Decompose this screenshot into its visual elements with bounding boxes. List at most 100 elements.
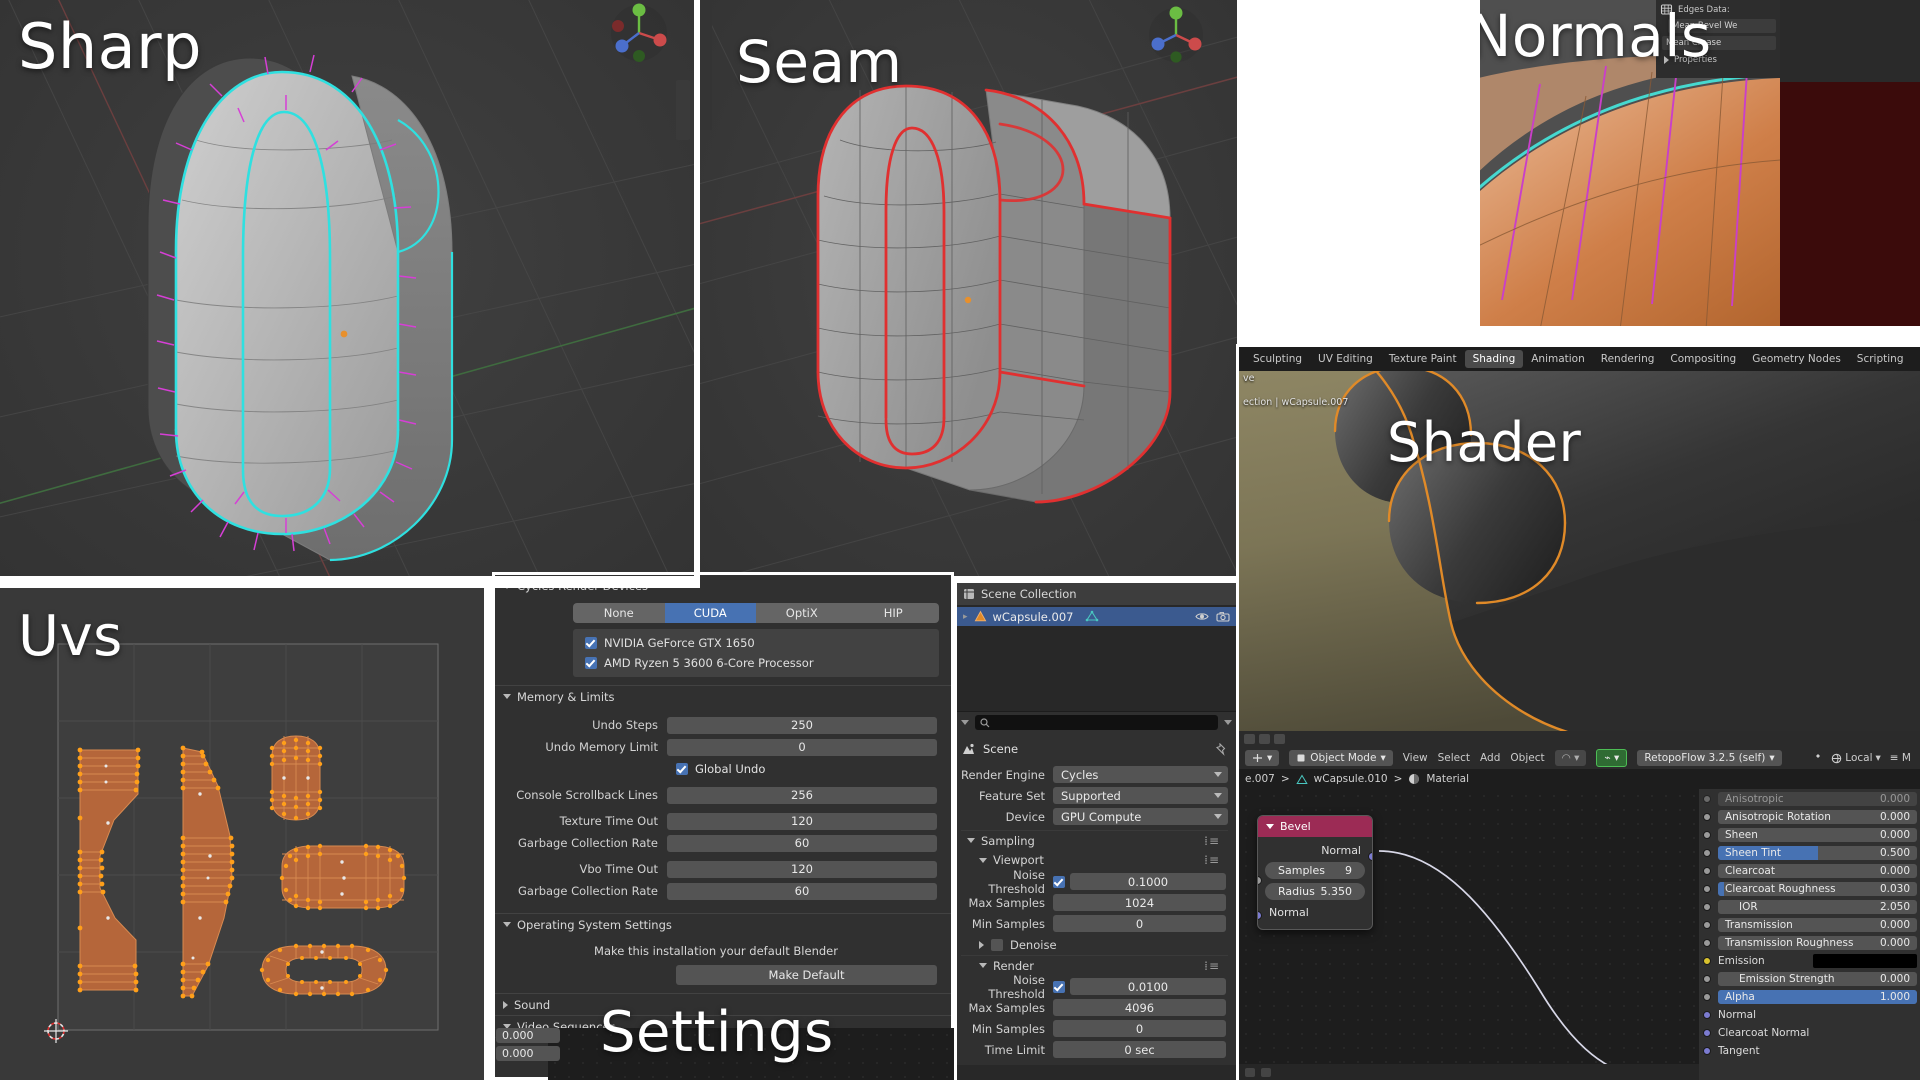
device-row-gpu[interactable]: NVIDIA GeForce GTX 1650 bbox=[573, 633, 939, 653]
clearcoat-field[interactable]: Clearcoat 0.000 bbox=[1718, 863, 1917, 878]
panel-seam-viewport[interactable]: Seam bbox=[700, 0, 1237, 576]
editor-type-select[interactable]: ▾ bbox=[1245, 750, 1280, 766]
sheen-field[interactable]: Sheen 0.000 bbox=[1718, 827, 1917, 842]
pref-row-undo-memory-limit[interactable]: Undo Memory Limit 0 bbox=[495, 737, 937, 757]
device-tab-hip[interactable]: HIP bbox=[847, 603, 939, 623]
breadcrumb-material[interactable]: Material bbox=[1426, 773, 1469, 785]
sp-row-tangent[interactable]: Tangent bbox=[1703, 1043, 1917, 1059]
socket-dot[interactable] bbox=[1703, 866, 1711, 875]
prop-row-r-noise-threshold[interactable]: Noise Threshold 0.0100 bbox=[961, 973, 1226, 1001]
transform-orientation-select[interactable]: ◠ ▾ bbox=[1554, 750, 1587, 766]
render-engine-select[interactable]: Cycles bbox=[1053, 766, 1228, 783]
vp-noise-threshold-input[interactable]: 0.1000 bbox=[1070, 873, 1226, 890]
device-type-tabs[interactable]: None CUDA OptiX HIP bbox=[573, 603, 939, 623]
clearcoat-roughness-field[interactable]: Clearcoat Roughness 0.030 bbox=[1718, 881, 1917, 896]
pref-row-vbo-time-out[interactable]: Vbo Time Out 120 bbox=[495, 859, 937, 879]
workspace-topbar[interactable]: Sculpting UV Editing Texture Paint Shadi… bbox=[1239, 347, 1920, 371]
transmission-roughness-field[interactable]: Transmission Roughness 0.000 bbox=[1718, 935, 1917, 950]
checkbox-icon[interactable] bbox=[585, 637, 597, 649]
tab-rendering[interactable]: Rendering bbox=[1593, 350, 1663, 368]
r-noise-threshold-input[interactable]: 0.0100 bbox=[1070, 978, 1226, 995]
search-input[interactable] bbox=[975, 715, 1218, 730]
panel-outliner-properties[interactable]: Scene Collection ▸ wCapsule.007 Scene Re… bbox=[954, 580, 1236, 1080]
tab-add-workspace[interactable]: + bbox=[1912, 350, 1920, 368]
ior-field[interactable]: IOR 2.050 bbox=[1718, 899, 1917, 914]
sp-row-clearcoat-normal[interactable]: Clearcoat Normal bbox=[1703, 1025, 1917, 1041]
sp-row-clearcoat-roughness[interactable]: Clearcoat Roughness 0.030 bbox=[1703, 881, 1917, 897]
node-output-normal[interactable]: Normal bbox=[1265, 842, 1365, 862]
texture-gc-rate-input[interactable]: 60 bbox=[667, 834, 937, 852]
prop-row-r-min-samples[interactable]: Min Samples 0 bbox=[961, 1019, 1226, 1038]
chevron-right-icon[interactable] bbox=[979, 941, 984, 949]
object-mode-select[interactable]: Object Mode ▾ bbox=[1289, 750, 1393, 766]
camera-icon[interactable] bbox=[1216, 611, 1230, 622]
footer-icon-2[interactable] bbox=[1261, 1067, 1271, 1077]
r-max-samples-input[interactable]: 4096 bbox=[1053, 999, 1226, 1016]
panel-sharp-viewport[interactable]: Sharp bbox=[0, 0, 694, 576]
snapping-toggle[interactable]: ⌁ ▾ bbox=[1596, 749, 1628, 767]
footer-icon-1[interactable] bbox=[1245, 1067, 1255, 1077]
node-field-radius[interactable]: Radius 5.350 bbox=[1265, 883, 1365, 900]
viewport-toolbar-strip[interactable] bbox=[676, 80, 690, 140]
anisotropic-field[interactable]: Anisotropic 0.000 bbox=[1718, 791, 1917, 806]
vbo-gc-rate-input[interactable]: 60 bbox=[667, 882, 937, 900]
menu-view[interactable]: View bbox=[1403, 752, 1428, 764]
menu-object[interactable]: Object bbox=[1510, 752, 1544, 764]
pref-row-texture-time-out[interactable]: Texture Time Out 120 bbox=[495, 811, 937, 831]
checkbox-icon[interactable] bbox=[585, 657, 597, 669]
node-editor-footer[interactable] bbox=[1239, 1064, 1699, 1080]
socket-dot[interactable] bbox=[1703, 830, 1711, 839]
prop-row-render-engine[interactable]: Render Engine Cycles bbox=[961, 765, 1228, 784]
undo-steps-input[interactable]: 250 bbox=[667, 716, 937, 734]
preset-menu-icon[interactable]: ⁞≡ bbox=[1204, 853, 1220, 867]
node-bevel[interactable]: Bevel Normal Samples 9 Radius 5.350 Norm… bbox=[1257, 815, 1373, 930]
outliner-tree[interactable]: ▸ wCapsule.007 bbox=[957, 605, 1236, 711]
prop-row-r-time-limit[interactable]: Time Limit 0 sec bbox=[961, 1040, 1226, 1059]
node-header-bevel[interactable]: Bevel bbox=[1258, 816, 1372, 837]
node-input-normal[interactable]: Normal bbox=[1265, 904, 1365, 921]
transmission-field[interactable]: Transmission 0.000 bbox=[1718, 917, 1917, 932]
r-time-limit-input[interactable]: 0 sec bbox=[1053, 1041, 1226, 1058]
stray-value-1[interactable]: 0.000 bbox=[496, 1046, 560, 1061]
tab-scripting[interactable]: Scripting bbox=[1849, 350, 1912, 368]
sp-row-transmission-roughness[interactable]: Transmission Roughness 0.000 bbox=[1703, 935, 1917, 951]
socket-output-normal[interactable] bbox=[1368, 852, 1372, 861]
checkbox-icon[interactable] bbox=[991, 939, 1003, 951]
pref-row-console-scrollback[interactable]: Console Scrollback Lines 256 bbox=[495, 785, 937, 805]
outliner-row-wcapsule[interactable]: ▸ wCapsule.007 bbox=[957, 607, 1236, 626]
tab-sculpting[interactable]: Sculpting bbox=[1245, 350, 1310, 368]
eye-icon[interactable] bbox=[1195, 611, 1209, 622]
nav-gizmo-seam[interactable] bbox=[1145, 4, 1207, 66]
chevron-down-icon[interactable] bbox=[961, 720, 969, 725]
sp-row-emission-strength[interactable]: Emission Strength 0.000 bbox=[1703, 971, 1917, 987]
chevron-down-icon[interactable] bbox=[1266, 824, 1274, 829]
make-default-button[interactable]: Make Default bbox=[676, 965, 937, 985]
device-tab-cuda[interactable]: CUDA bbox=[664, 603, 756, 623]
sp-row-sheen-tint[interactable]: Sheen Tint 0.500 bbox=[1703, 845, 1917, 861]
breadcrumb-mesh[interactable]: wCapsule.010 bbox=[1314, 773, 1388, 785]
menu-add[interactable]: Add bbox=[1480, 752, 1500, 764]
pref-row-global-undo[interactable]: Global Undo bbox=[495, 759, 937, 779]
prop-row-r-max-samples[interactable]: Max Samples 4096 bbox=[961, 998, 1226, 1017]
expand-icon[interactable]: ▸ bbox=[963, 612, 968, 622]
overflow-menu-icon[interactable]: ≡ M bbox=[1890, 752, 1911, 764]
editor-switch-strip[interactable] bbox=[1239, 731, 1920, 747]
prop-row-feature-set[interactable]: Feature Set Supported bbox=[961, 786, 1228, 805]
section-operating-system-settings[interactable]: Operating System Settings bbox=[495, 913, 951, 935]
panel-uvs[interactable]: .uvf { fill:#b5663a; stroke:#d88a50; str… bbox=[0, 588, 484, 1080]
eyedropper-icon[interactable] bbox=[1809, 752, 1822, 765]
sp-row-alpha[interactable]: Alpha 1.000 bbox=[1703, 989, 1917, 1005]
prop-row-vp-min-samples[interactable]: Min Samples 0 bbox=[961, 914, 1226, 933]
texture-time-out-input[interactable]: 120 bbox=[667, 812, 937, 830]
vp-min-samples-input[interactable]: 0 bbox=[1053, 915, 1226, 932]
prop-row-vp-max-samples[interactable]: Max Samples 1024 bbox=[961, 893, 1226, 912]
socket-dot[interactable] bbox=[1703, 848, 1711, 857]
panel-normals[interactable]: Edges Data: Mean Bevel We Mean Crease Pr… bbox=[1480, 0, 1920, 330]
tab-animation[interactable]: Animation bbox=[1523, 350, 1593, 368]
anisotropic-rotation-field[interactable]: Anisotropic Rotation 0.000 bbox=[1718, 809, 1917, 824]
device-row-cpu[interactable]: AMD Ryzen 5 3600 6-Core Processor bbox=[573, 653, 939, 673]
shader-viewport[interactable]: ve ection | wCapsule.007 Shader bbox=[1239, 371, 1920, 731]
editor-type-icon-2[interactable] bbox=[1259, 734, 1270, 744]
sampling-header[interactable]: Sampling ⁞≡ bbox=[961, 830, 1228, 850]
pin-icon[interactable] bbox=[1215, 742, 1228, 756]
